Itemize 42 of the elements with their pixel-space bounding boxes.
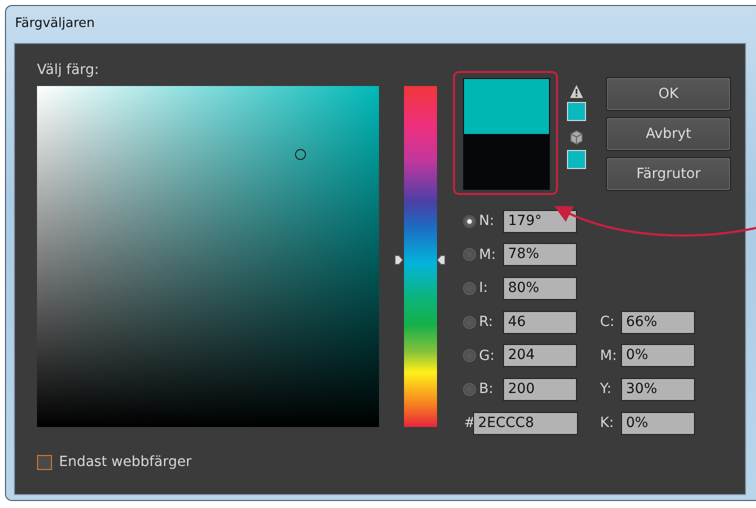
window-title: Färgväljaren <box>14 15 95 33</box>
checkbox-label: Endast webbfärger <box>59 454 192 470</box>
input-field[interactable]: 80% <box>503 276 577 300</box>
radio-button[interactable] <box>463 316 476 329</box>
radio-button[interactable] <box>463 282 476 295</box>
input-field[interactable]: 0% <box>621 344 695 368</box>
cancel-button[interactable]: Avbryt <box>606 117 731 151</box>
field-label: N: <box>479 213 494 229</box>
field-label: R: <box>479 314 494 330</box>
input-field[interactable]: 0% <box>621 412 695 435</box>
field-label: M: <box>600 348 617 364</box>
input-field[interactable]: 2ECCC8 <box>473 412 578 435</box>
checkbox[interactable] <box>37 454 52 470</box>
pick-color-label: Välj färg: <box>37 62 99 80</box>
input-field[interactable]: 78% <box>503 243 577 266</box>
input-field[interactable]: 46 <box>503 310 577 334</box>
swatches-button[interactable]: Färgrutor <box>606 157 731 191</box>
input-field[interactable]: 66% <box>621 310 695 334</box>
ok-button[interactable]: OK <box>606 77 731 111</box>
radio-button[interactable] <box>463 248 476 262</box>
color-field[interactable] <box>37 86 379 427</box>
web-color-swatch[interactable] <box>567 150 586 169</box>
field-label: Y: <box>600 381 612 398</box>
hue-slider[interactable] <box>394 86 446 427</box>
radio-button[interactable] <box>463 382 476 396</box>
radio-button[interactable] <box>463 349 476 362</box>
color-cursor-icon[interactable] <box>295 149 306 160</box>
field-label: G: <box>479 348 495 364</box>
field-label: I: <box>479 280 488 296</box>
warning-icon[interactable] <box>569 84 584 99</box>
hue-slider-handle[interactable] <box>394 254 446 266</box>
field-label: B: <box>479 381 494 398</box>
field-label: M: <box>479 246 496 263</box>
field-label: C: <box>600 314 614 330</box>
input-field[interactable]: 204 <box>503 344 577 368</box>
input-field[interactable]: 200 <box>503 378 577 401</box>
radio-button[interactable] <box>463 214 476 228</box>
input-field[interactable]: 179° <box>503 210 577 232</box>
cube-icon[interactable] <box>569 130 584 145</box>
gamut-color-swatch[interactable] <box>567 102 586 121</box>
input-field[interactable]: 30% <box>621 378 695 401</box>
field-label: K: <box>600 415 614 432</box>
